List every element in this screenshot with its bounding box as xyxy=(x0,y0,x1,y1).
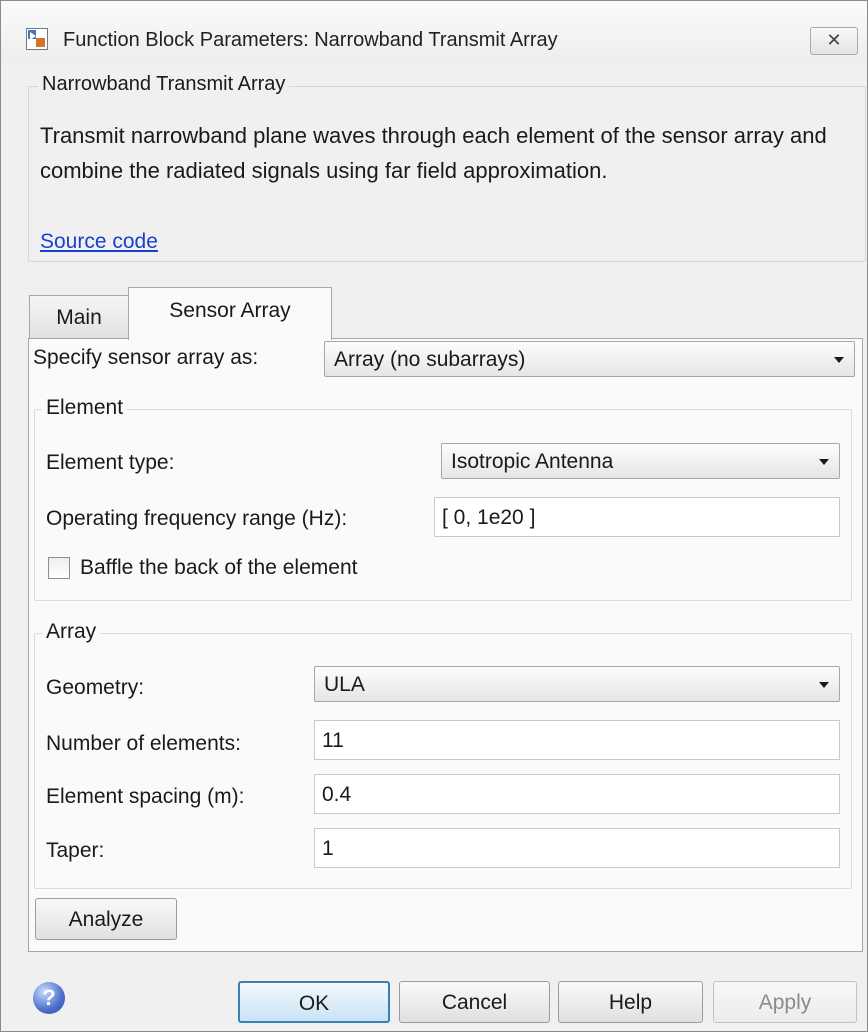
element-type-value: Isotropic Antenna xyxy=(451,450,614,473)
baffle-label: Baffle the back of the element xyxy=(80,556,358,579)
element-type-dropdown[interactable]: Isotropic Antenna xyxy=(441,443,840,479)
taper-field[interactable]: 1 xyxy=(314,828,840,868)
tab-main[interactable]: Main xyxy=(29,295,129,338)
specify-sensor-array-dropdown[interactable]: Array (no subarrays) xyxy=(324,341,855,377)
geometry-value: ULA xyxy=(324,673,365,696)
baffle-checkbox[interactable] xyxy=(48,557,70,579)
block-description: Transmit narrowband plane waves through … xyxy=(40,123,827,183)
simulink-block-icon xyxy=(26,28,48,50)
operating-frequency-field[interactable]: [ 0, 1e20 ] xyxy=(434,497,840,537)
ok-button[interactable]: OK xyxy=(238,981,390,1023)
chevron-down-icon xyxy=(819,682,829,688)
specify-sensor-array-value: Array (no subarrays) xyxy=(334,348,526,371)
geometry-label: Geometry: xyxy=(46,676,145,699)
source-code-link[interactable]: Source code xyxy=(40,230,158,254)
geometry-dropdown[interactable]: ULA xyxy=(314,666,840,702)
taper-label: Taper: xyxy=(46,839,105,862)
specify-sensor-array-label: Specify sensor array as: xyxy=(33,346,259,369)
operating-frequency-label: Operating frequency range (Hz): xyxy=(46,507,348,530)
help-button[interactable]: Help xyxy=(558,981,703,1023)
chevron-down-icon xyxy=(819,459,829,465)
cancel-button[interactable]: Cancel xyxy=(399,981,550,1023)
chevron-down-icon xyxy=(834,357,844,363)
window-title: Function Block Parameters: Narrowband Tr… xyxy=(63,29,558,51)
number-of-elements-label: Number of elements: xyxy=(46,732,241,755)
number-of-elements-field[interactable]: 11 xyxy=(314,720,840,760)
block-name: Narrowband Transmit Array xyxy=(38,73,290,96)
tab-sensor-array[interactable]: Sensor Array xyxy=(128,287,332,340)
title-bar: Function Block Parameters: Narrowband Tr… xyxy=(1,1,867,63)
dialog-window: Function Block Parameters: Narrowband Tr… xyxy=(0,0,868,1032)
array-group-legend: Array xyxy=(42,620,101,644)
element-spacing-field[interactable]: 0.4 xyxy=(314,774,840,814)
element-group-legend: Element xyxy=(42,396,128,420)
element-type-label: Element type: xyxy=(46,451,175,474)
help-icon[interactable]: ? xyxy=(33,982,65,1014)
close-button[interactable]: ✕ xyxy=(810,27,858,55)
apply-button[interactable]: Apply xyxy=(713,981,857,1023)
element-spacing-label: Element spacing (m): xyxy=(46,785,245,808)
analyze-button[interactable]: Analyze xyxy=(35,898,177,940)
